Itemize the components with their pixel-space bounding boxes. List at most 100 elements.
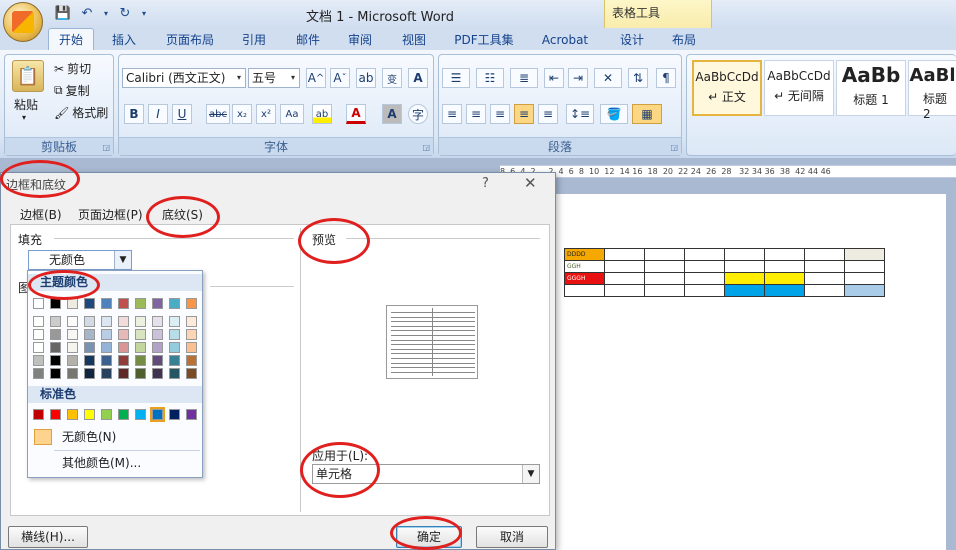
color-swatch[interactable]	[84, 298, 95, 309]
color-swatch[interactable]	[50, 329, 61, 340]
table-cell[interactable]	[764, 260, 805, 273]
table-cell[interactable]	[684, 284, 725, 297]
color-swatch[interactable]	[152, 316, 163, 327]
horizontal-ruler[interactable]: 8 6 4 2 2 4 6 8 10 12 14 16 18 20 22 24 …	[500, 165, 956, 178]
color-swatch[interactable]	[33, 355, 44, 366]
table-cell[interactable]	[684, 260, 725, 273]
font-name-combo[interactable]: Calibri (西文正文) ▾	[122, 68, 246, 88]
color-swatch[interactable]	[135, 329, 146, 340]
color-swatch[interactable]	[152, 342, 163, 353]
bullets-icon[interactable]: ☰	[442, 68, 470, 88]
color-swatch[interactable]	[186, 409, 197, 420]
color-swatch[interactable]	[101, 298, 112, 309]
align-right-icon[interactable]: ≡	[490, 104, 510, 124]
color-swatch[interactable]	[33, 409, 44, 420]
char-shading-icon[interactable]: A	[382, 104, 402, 124]
table-cell[interactable]	[804, 248, 845, 261]
decrease-indent-icon[interactable]: ⇤	[544, 68, 564, 88]
color-swatch[interactable]	[84, 409, 95, 420]
cancel-button[interactable]: 取消	[476, 526, 548, 548]
color-swatch[interactable]	[101, 342, 112, 353]
enclose-char-icon[interactable]: 字	[408, 104, 428, 124]
close-icon[interactable]: ✕	[524, 174, 537, 192]
table-cell[interactable]: GGGH	[564, 272, 605, 285]
color-swatch[interactable]	[101, 409, 112, 420]
table-cell[interactable]: GGH	[564, 260, 605, 273]
paragraph-launcher-icon[interactable]: ◲	[670, 143, 678, 152]
color-swatch[interactable]	[150, 407, 165, 422]
superscript-icon[interactable]: x²	[256, 104, 276, 124]
color-swatch[interactable]	[186, 316, 197, 327]
style-no-spacing[interactable]: AaBbCcDd ↵ 无间隔	[764, 60, 834, 116]
shrink-font-icon[interactable]: Aˇ	[330, 68, 350, 88]
table-cell[interactable]	[844, 260, 885, 273]
table-cell[interactable]	[644, 284, 685, 297]
tab-page-border[interactable]: 页面边框(P)	[78, 206, 143, 223]
strikethrough-icon[interactable]: abc	[206, 104, 230, 124]
document-table[interactable]: DDDD GGH GGGH	[564, 248, 885, 297]
change-case-icon[interactable]: Aa	[280, 104, 304, 124]
help-icon[interactable]: ?	[482, 176, 489, 191]
numbering-icon[interactable]: ☷	[476, 68, 504, 88]
color-swatch[interactable]	[84, 329, 95, 340]
color-swatch[interactable]	[101, 329, 112, 340]
table-cell[interactable]	[804, 284, 845, 297]
color-swatch[interactable]	[33, 329, 44, 340]
tab-page-layout[interactable]: 页面布局	[158, 31, 222, 51]
highlight-icon[interactable]: ab	[312, 104, 332, 124]
color-swatch[interactable]	[101, 355, 112, 366]
chevron-down-icon[interactable]: ▼	[114, 251, 131, 269]
color-swatch[interactable]	[118, 316, 129, 327]
table-cell[interactable]	[764, 272, 805, 285]
color-swatch[interactable]	[67, 355, 78, 366]
color-swatch[interactable]	[67, 316, 78, 327]
color-swatch[interactable]	[118, 329, 129, 340]
table-cell[interactable]	[684, 272, 725, 285]
style-heading1[interactable]: AaBb 标题 1	[836, 60, 906, 116]
no-color-option[interactable]: 无颜色(N)	[28, 425, 202, 449]
color-swatch[interactable]	[33, 342, 44, 353]
color-swatch[interactable]	[33, 368, 44, 379]
table-cell[interactable]	[644, 272, 685, 285]
color-swatch[interactable]	[135, 409, 146, 420]
color-swatch[interactable]	[152, 329, 163, 340]
tab-design[interactable]: 设计	[612, 31, 652, 51]
color-swatch[interactable]	[152, 355, 163, 366]
subscript-icon[interactable]: x₂	[232, 104, 252, 124]
color-swatch[interactable]	[186, 355, 197, 366]
color-swatch[interactable]	[50, 368, 61, 379]
color-swatch[interactable]	[118, 368, 129, 379]
color-swatch[interactable]	[135, 342, 146, 353]
color-swatch[interactable]	[135, 316, 146, 327]
color-swatch[interactable]	[169, 342, 180, 353]
font-size-combo[interactable]: 五号 ▾	[248, 68, 300, 88]
color-swatch[interactable]	[50, 298, 61, 309]
color-swatch[interactable]	[186, 298, 197, 309]
color-swatch[interactable]	[84, 342, 95, 353]
grow-font-icon[interactable]: A ^	[306, 68, 326, 88]
color-swatch[interactable]	[118, 409, 129, 420]
tab-insert[interactable]: 插入	[104, 31, 144, 51]
color-swatch[interactable]	[186, 342, 197, 353]
color-swatch[interactable]	[152, 368, 163, 379]
phonetic-guide-icon[interactable]: 变	[382, 68, 402, 88]
table-cell[interactable]	[844, 284, 885, 297]
color-swatch[interactable]	[186, 329, 197, 340]
color-swatch[interactable]	[84, 368, 95, 379]
color-swatch[interactable]	[169, 298, 180, 309]
format-painter-button[interactable]: 🖌 格式刷	[54, 104, 108, 121]
color-swatch[interactable]	[67, 368, 78, 379]
tab-view[interactable]: 视图	[394, 31, 434, 51]
color-swatch[interactable]	[33, 316, 44, 327]
color-swatch[interactable]	[169, 316, 180, 327]
line-spacing-icon[interactable]: ↕≡	[566, 104, 594, 124]
sort-icon[interactable]: ⇅	[628, 68, 648, 88]
table-cell[interactable]	[724, 260, 765, 273]
color-swatch[interactable]	[67, 298, 78, 309]
color-swatch[interactable]	[169, 329, 180, 340]
font-launcher-icon[interactable]: ◲	[422, 143, 430, 152]
paste-dropdown-icon[interactable]: ▾	[22, 113, 26, 122]
table-cell[interactable]	[764, 284, 805, 297]
color-swatch[interactable]	[67, 409, 78, 420]
tab-pdf-tools[interactable]: PDF工具集	[448, 31, 520, 51]
